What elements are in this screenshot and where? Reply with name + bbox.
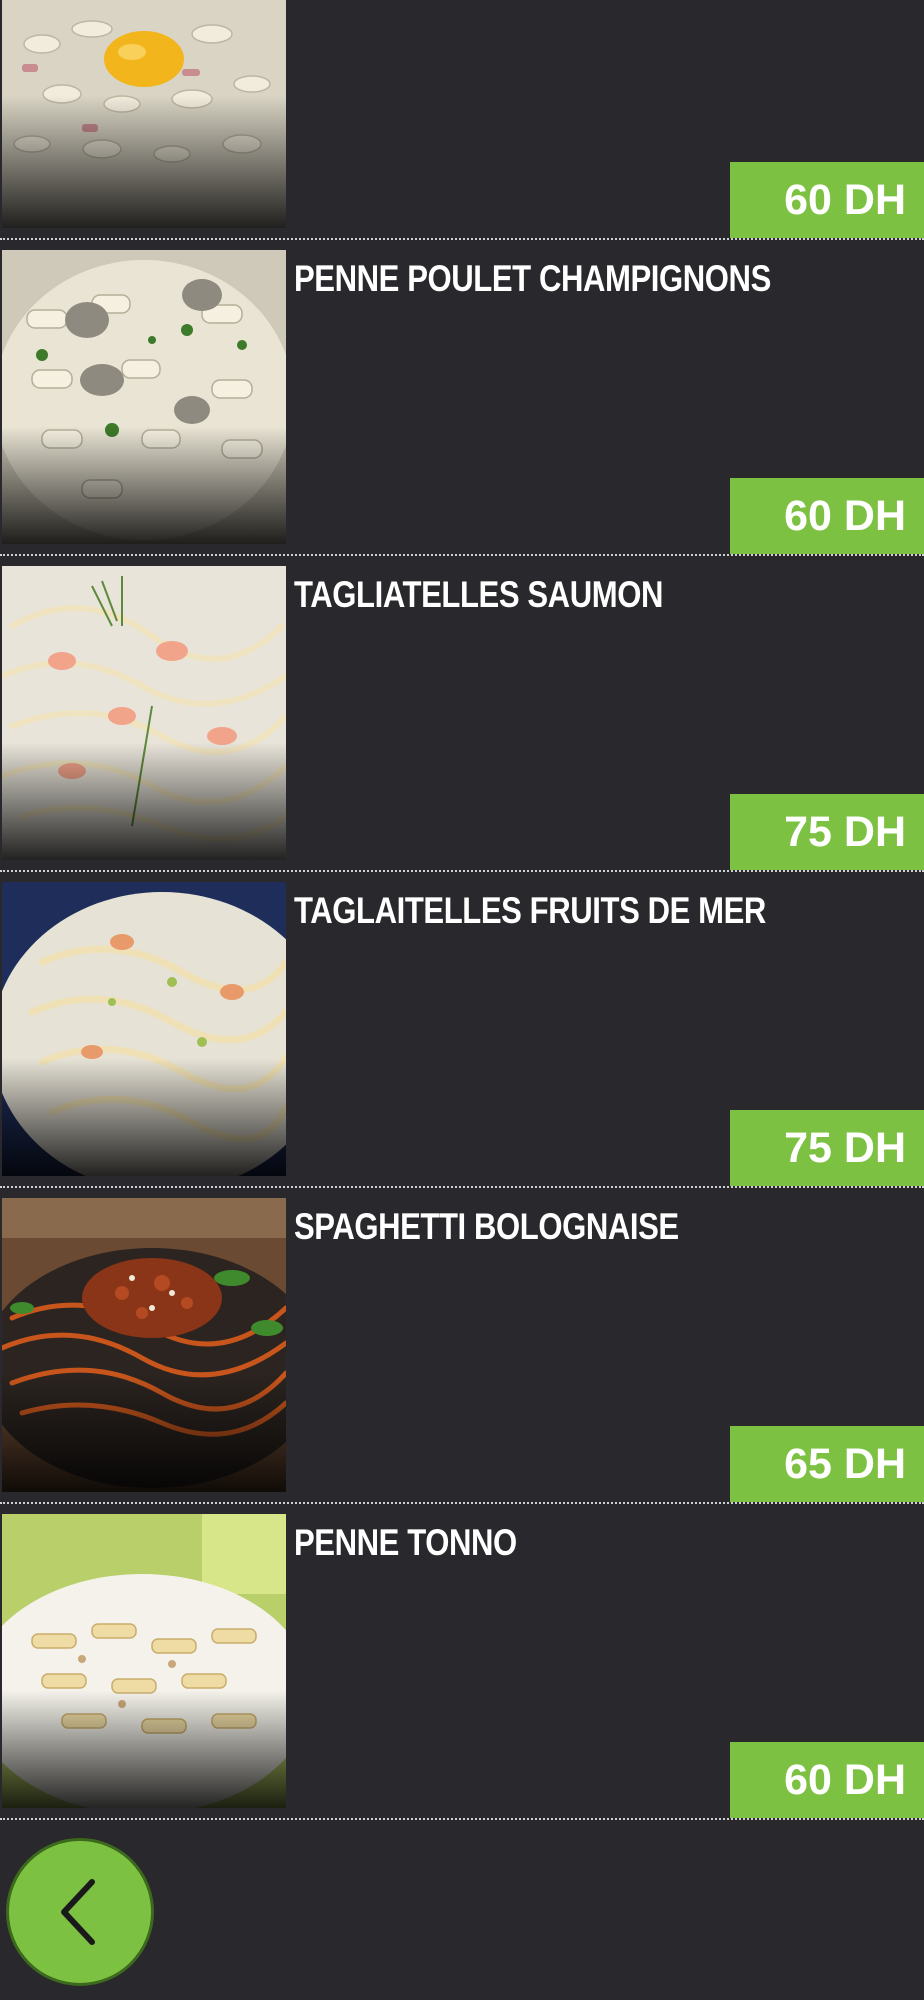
menu-item[interactable]: 60 DH	[0, 0, 924, 240]
tagliatelle-seafood-photo	[2, 882, 286, 1176]
chevron-left-icon	[61, 1879, 95, 1945]
item-name: PENNE TONNO	[294, 1522, 517, 1563]
price-badge: 75 DH	[730, 794, 924, 870]
menu-item[interactable]: PENNE POULET CHAMPIGNONS 60 DH	[0, 240, 924, 556]
item-name: SPAGHETTI BOLOGNAISE	[294, 1206, 679, 1247]
price-badge: 60 DH	[730, 478, 924, 554]
item-name: TAGLIATELLES SAUMON	[294, 574, 663, 615]
item-name: PENNE POULET CHAMPIGNONS	[294, 258, 771, 299]
menu-item[interactable]: TAGLAITELLES FRUITS DE MER 75 DH	[0, 872, 924, 1188]
penne-chicken-mushroom-photo	[2, 250, 286, 544]
tagliatelle-salmon-photo	[2, 566, 286, 860]
price-badge: 65 DH	[730, 1426, 924, 1502]
penne-tuna-photo	[2, 1514, 286, 1808]
price-badge: 60 DH	[730, 162, 924, 238]
menu-item[interactable]: PENNE TONNO 60 DH	[0, 1504, 924, 1820]
pasta-carbonara-photo	[2, 0, 286, 228]
spaghetti-bolognese-photo	[2, 1198, 286, 1492]
back-button[interactable]	[6, 1838, 154, 1986]
menu-item[interactable]: TAGLIATELLES SAUMON 75 DH	[0, 556, 924, 872]
item-name: TAGLAITELLES FRUITS DE MER	[294, 890, 766, 931]
price-badge: 60 DH	[730, 1742, 924, 1818]
price-badge: 75 DH	[730, 1110, 924, 1186]
menu-item[interactable]: SPAGHETTI BOLOGNAISE 65 DH	[0, 1188, 924, 1504]
